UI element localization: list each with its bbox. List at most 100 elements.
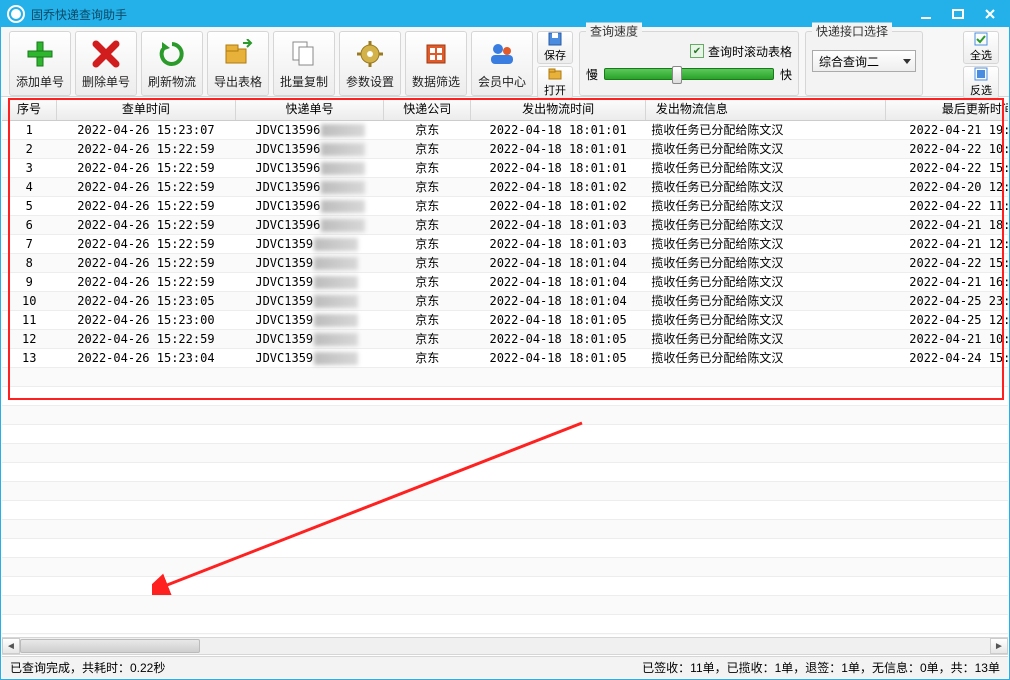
window-title: 固乔快递查询助手 xyxy=(31,6,909,23)
refresh-button[interactable]: 刷新物流 xyxy=(141,31,203,96)
interface-select[interactable]: 综合查询二 xyxy=(812,50,916,72)
bulk-copy-button[interactable]: 批量复制 xyxy=(273,31,335,96)
cell-lastupdate: 2022-04-21 18:24:42 xyxy=(885,215,1008,234)
cell-index: 2 xyxy=(2,139,57,158)
scroll-right-button[interactable]: ► xyxy=(990,638,1008,654)
table-row[interactable]: 112022-04-26 15:23:00JDVC1359京东2022-04-1… xyxy=(2,310,1008,329)
scroll-checkbox[interactable]: ✔ xyxy=(690,44,704,58)
cell-index: 7 xyxy=(2,234,57,253)
cell-index: 9 xyxy=(2,272,57,291)
cell-sendtime: 2022-04-18 18:01:05 xyxy=(471,310,645,329)
minimize-button[interactable] xyxy=(911,4,941,24)
scroll-track[interactable] xyxy=(20,638,990,654)
cell-querytime: 2022-04-26 15:22:59 xyxy=(57,196,236,215)
export-table-button[interactable]: 导出表格 xyxy=(207,31,269,96)
table-row xyxy=(2,595,1008,614)
table-row[interactable]: 72022-04-26 15:22:59JDVC1359京东2022-04-18… xyxy=(2,234,1008,253)
query-speed-group: 查询速度 ✔ 查询时滚动表格 慢 快 xyxy=(579,31,799,96)
col-sendinfo[interactable]: 发出物流信息 xyxy=(645,98,885,120)
chevron-down-icon xyxy=(903,59,911,64)
table-row[interactable]: 122022-04-26 15:22:59JDVC1359京东2022-04-1… xyxy=(2,329,1008,348)
cell-sendinfo: 揽收任务已分配给陈文汉 xyxy=(645,215,885,234)
member-center-button[interactable]: 会员中心 xyxy=(471,31,533,96)
redacted xyxy=(314,314,358,327)
redacted xyxy=(314,238,358,251)
table-row xyxy=(2,633,1008,635)
cell-querytime: 2022-04-26 15:22:59 xyxy=(57,234,236,253)
cell-lastupdate: 2022-04-22 11:41:13 xyxy=(885,196,1008,215)
table-row[interactable]: 42022-04-26 15:22:59JDVC13596京东2022-04-1… xyxy=(2,177,1008,196)
cell-sendtime: 2022-04-18 18:01:03 xyxy=(471,215,645,234)
cell-index: 3 xyxy=(2,158,57,177)
table-row[interactable]: 52022-04-26 15:22:59JDVC13596京东2022-04-1… xyxy=(2,196,1008,215)
table-row[interactable]: 82022-04-26 15:22:59JDVC1359京东2022-04-18… xyxy=(2,253,1008,272)
col-tracking[interactable]: 快递单号 xyxy=(235,98,383,120)
table-row[interactable]: 132022-04-26 15:23:04JDVC1359京东2022-04-1… xyxy=(2,348,1008,367)
redacted xyxy=(321,143,365,156)
cell-lastupdate: 2022-04-25 23:41:33 xyxy=(885,291,1008,310)
checkbox-label: 查询时滚动表格 xyxy=(708,43,792,60)
cell-sendinfo: 揽收任务已分配给陈文汉 xyxy=(645,348,885,367)
cell-querytime: 2022-04-26 15:22:59 xyxy=(57,253,236,272)
table-row[interactable]: 32022-04-26 15:22:59JDVC13596京东2022-04-1… xyxy=(2,158,1008,177)
cell-tracking: JDVC1359 xyxy=(235,291,383,310)
cell-carrier: 京东 xyxy=(384,215,471,234)
col-sendtime[interactable]: 发出物流时间 xyxy=(471,98,645,120)
cell-tracking: JDVC1359 xyxy=(235,253,383,272)
button-label: 删除单号 xyxy=(82,73,130,90)
scroll-thumb[interactable] xyxy=(20,639,200,653)
slider-thumb[interactable] xyxy=(672,66,682,84)
cell-lastupdate: 2022-04-25 12:24:54 xyxy=(885,310,1008,329)
cell-lastupdate: 2022-04-21 10:43:35 xyxy=(885,329,1008,348)
cell-lastupdate: 2022-04-21 12:15:16 xyxy=(885,234,1008,253)
cell-tracking: JDVC1359 xyxy=(235,310,383,329)
group-title: 快递接口选择 xyxy=(812,23,892,40)
select-all-button[interactable]: 全选 xyxy=(963,31,999,64)
open-button[interactable]: 打开 xyxy=(537,66,573,99)
cell-lastupdate: 2022-04-21 16:59:16 xyxy=(885,272,1008,291)
settings-button[interactable]: 参数设置 xyxy=(339,31,401,96)
slow-label: 慢 xyxy=(586,66,598,83)
save-button[interactable]: 保存 xyxy=(537,31,573,64)
filter-icon xyxy=(421,37,451,71)
x-icon xyxy=(92,37,120,71)
maximize-button[interactable] xyxy=(943,4,973,24)
close-button[interactable] xyxy=(975,4,1005,24)
select-value: 综合查询二 xyxy=(819,53,879,70)
scroll-left-button[interactable]: ◄ xyxy=(2,638,20,654)
button-label: 刷新物流 xyxy=(148,73,196,90)
cell-tracking: JDVC13596 xyxy=(235,139,383,158)
cell-querytime: 2022-04-26 15:22:59 xyxy=(57,272,236,291)
cell-sendtime: 2022-04-18 18:01:02 xyxy=(471,177,645,196)
horizontal-scrollbar[interactable]: ◄ ► xyxy=(2,637,1008,655)
table-row[interactable]: 62022-04-26 15:22:59JDVC13596京东2022-04-1… xyxy=(2,215,1008,234)
tracking-table: 序号 查单时间 快递单号 快递公司 发出物流时间 发出物流信息 最后更新时间 最… xyxy=(2,98,1008,635)
col-lastupdate[interactable]: 最后更新时间 xyxy=(885,98,1008,120)
table-row[interactable]: 102022-04-26 15:23:05JDVC1359京东2022-04-1… xyxy=(2,291,1008,310)
save-icon xyxy=(548,32,562,46)
col-index[interactable]: 序号 xyxy=(2,98,57,120)
refresh-icon xyxy=(157,37,187,71)
table-row[interactable]: 92022-04-26 15:22:59JDVC1359京东2022-04-18… xyxy=(2,272,1008,291)
redacted xyxy=(321,124,365,137)
mini-label: 反选 xyxy=(970,82,992,98)
cell-sendinfo: 揽收任务已分配给陈文汉 xyxy=(645,120,885,139)
cell-sendtime: 2022-04-18 18:01:04 xyxy=(471,272,645,291)
cell-carrier: 京东 xyxy=(384,234,471,253)
delete-tracking-button[interactable]: 删除单号 xyxy=(75,31,137,96)
toolbar: 添加单号 删除单号 刷新物流 导出表格 批量复制 参数设置 数据 xyxy=(1,27,1009,97)
copy-icon xyxy=(289,37,319,71)
table-row[interactable]: 22022-04-26 15:22:59JDVC13596京东2022-04-1… xyxy=(2,139,1008,158)
status-right: 已签收：11单，已揽收：1单，退签：1单，无信息：0单，共：13单 xyxy=(642,659,1000,676)
col-carrier[interactable]: 快递公司 xyxy=(384,98,471,120)
cell-index: 1 xyxy=(2,120,57,139)
invert-icon xyxy=(974,67,988,81)
table-row xyxy=(2,557,1008,576)
add-tracking-button[interactable]: 添加单号 xyxy=(9,31,71,96)
data-filter-button[interactable]: 数据筛选 xyxy=(405,31,467,96)
table-row xyxy=(2,386,1008,405)
col-querytime[interactable]: 查单时间 xyxy=(57,98,236,120)
table-row[interactable]: 12022-04-26 15:23:07JDVC13596京东2022-04-1… xyxy=(2,120,1008,139)
invert-select-button[interactable]: 反选 xyxy=(963,66,999,99)
speed-slider[interactable] xyxy=(604,68,774,80)
